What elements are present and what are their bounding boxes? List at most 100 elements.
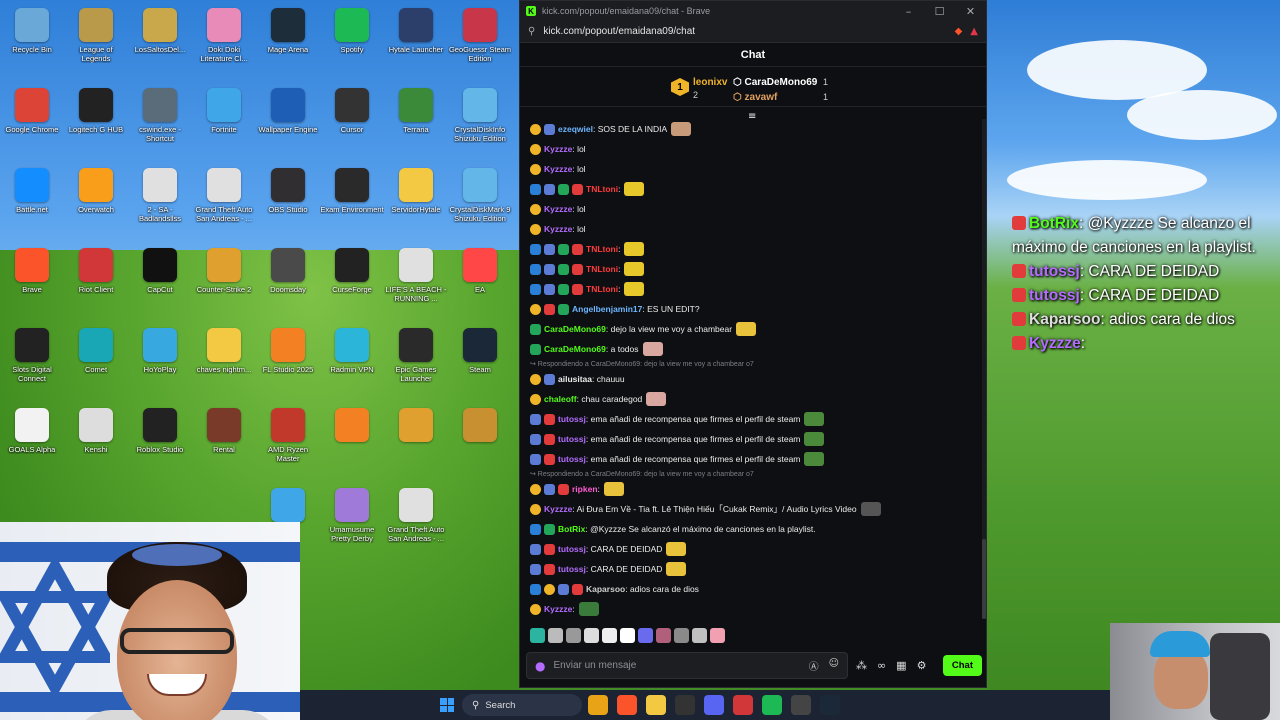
desktop-icon[interactable]: Wallpaper Engine (256, 88, 320, 134)
desktop-icon[interactable]: Grand Theft Auto San Andreas - ... (192, 168, 256, 223)
address-bar[interactable]: ⚲ kick.com/popout/emaidana09/chat ◆ ▲ (520, 21, 986, 43)
chat-username[interactable]: ezeqwiel (558, 124, 593, 134)
chat-username[interactable]: ripken (572, 484, 598, 494)
desktop-icon[interactable]: Epic Games Launcher (384, 328, 448, 383)
desktop-icon[interactable]: CrystalDiskInfo Shizuku Edition (448, 88, 512, 143)
desktop-icon[interactable]: Exam Environment (320, 168, 384, 214)
desktop-icon[interactable] (384, 408, 448, 445)
send-chat-button[interactable]: Chat (942, 655, 982, 676)
reply-context[interactable]: ↪ Respondiendo a CaraDeMono69: dejo la v… (530, 359, 982, 369)
message-input[interactable]: ● Enviar un mensaje Ⓐ ☺ (526, 652, 848, 679)
quick-emote[interactable] (620, 628, 635, 643)
reply-context[interactable]: ↪ Respondiendo a CaraDeMono69: dejo la v… (530, 469, 982, 479)
desktop-icon[interactable]: OBS Studio (256, 168, 320, 214)
desktop-icon[interactable]: Terraria (384, 88, 448, 134)
desktop-icon[interactable]: Spotify (320, 8, 384, 54)
chat-username[interactable]: Kaparsoo (586, 584, 625, 594)
settings-gear-icon[interactable]: ⚙ (917, 659, 927, 672)
brave-rewards-icon[interactable]: ▲ (970, 26, 978, 37)
scrollbar-thumb[interactable] (982, 539, 986, 619)
desktop-icon[interactable] (320, 408, 384, 445)
chat-username[interactable]: tutossj (558, 414, 586, 424)
maximize-button[interactable]: ☐ (924, 5, 955, 18)
chat-username[interactable]: tutossj (558, 454, 586, 464)
desktop-icon[interactable]: cswind.exe - Shortcut (128, 88, 192, 143)
desktop-icon[interactable]: EA (448, 248, 512, 294)
store-icon[interactable]: ▦ (896, 659, 906, 672)
chat-username[interactable]: TNLtoni (586, 264, 618, 274)
quick-emote[interactable] (656, 628, 671, 643)
quick-emote[interactable] (584, 628, 599, 643)
quick-emote[interactable] (566, 628, 581, 643)
emote-image[interactable] (671, 122, 692, 136)
desktop-icon[interactable]: GeoGuessr Steam Edition (448, 8, 512, 63)
desktop-icon[interactable] (448, 408, 512, 445)
gifter-1-name[interactable]: leonixv (693, 77, 727, 88)
gifter-3-name[interactable]: ⬡ zavawf (733, 92, 777, 103)
desktop-icon[interactable]: 2 - SA - Badlandsllss (128, 168, 192, 223)
quick-emote[interactable] (548, 628, 563, 643)
emote-image[interactable] (804, 412, 825, 426)
desktop-icon[interactable]: chaves nightm... (192, 328, 256, 374)
quick-emote[interactable] (638, 628, 653, 643)
desktop-icon[interactable]: Radmin VPN (320, 328, 384, 374)
chat-username[interactable]: TNLtoni (586, 244, 618, 254)
desktop-icon[interactable]: CapCut (128, 248, 192, 294)
taskbar-app-icon[interactable] (646, 695, 666, 715)
desktop-icon[interactable]: LosSaltosDel... (128, 8, 192, 54)
chat-username[interactable]: Kyzzze (544, 604, 572, 614)
translate-icon[interactable]: Ⓐ (809, 658, 819, 673)
desktop-icon[interactable]: Recycle Bin (0, 8, 64, 54)
brave-shields-icon[interactable]: ◆ (955, 26, 963, 37)
emoji-icon[interactable]: ☺ (829, 658, 839, 673)
emote-image[interactable] (804, 452, 825, 466)
chat-username[interactable]: tutossj (558, 564, 586, 574)
desktop-icon[interactable]: Overwatch (64, 168, 128, 214)
taskbar-app-icon[interactable] (588, 695, 608, 715)
desktop-icon[interactable]: HoYoPlay (128, 328, 192, 374)
desktop-icon[interactable]: Steam (448, 328, 512, 374)
quick-emote[interactable] (692, 628, 707, 643)
gift-icon[interactable]: ⁂ (856, 659, 867, 672)
desktop-icon[interactable]: Fortnite (192, 88, 256, 134)
chat-username[interactable]: BotRix (558, 524, 585, 534)
chat-username[interactable]: TNLtoni (586, 184, 618, 194)
site-settings-icon[interactable]: ⚲ (528, 26, 535, 37)
desktop-icon[interactable]: Counter-Strike 2 (192, 248, 256, 294)
desktop-icon[interactable]: FL Studio 2025 (256, 328, 320, 374)
chat-username[interactable]: Angelbenjamin17 (572, 304, 642, 314)
chat-username[interactable]: Kyzzze (544, 224, 572, 234)
emote-image[interactable] (736, 322, 757, 336)
desktop-icon[interactable]: AMD Ryzen Master (256, 408, 320, 463)
chat-username[interactable]: Kyzzze (544, 164, 572, 174)
chat-username[interactable]: Kyzzze (544, 144, 572, 154)
desktop-icon[interactable]: Logitech G HUB (64, 88, 128, 134)
desktop-icon[interactable]: Rental (192, 408, 256, 454)
chat-username[interactable]: TNLtoni (586, 284, 618, 294)
minimize-button[interactable]: – (893, 5, 924, 18)
emote-image[interactable] (646, 392, 667, 406)
emote-image[interactable] (624, 262, 645, 276)
link-icon[interactable]: ∞ (877, 659, 886, 672)
desktop-icon[interactable]: CrystalDiskMark 9 Shizuku Edition (448, 168, 512, 223)
desktop-icon[interactable]: Kenshi (64, 408, 128, 454)
close-button[interactable]: ✕ (955, 5, 986, 18)
desktop-icon[interactable]: LIFE'S A BEACH - RUNNING ... (384, 248, 448, 303)
desktop-icon[interactable]: Doki Doki Literature Cl... (192, 8, 256, 63)
desktop-icon[interactable]: Comet (64, 328, 128, 374)
taskbar-app-icon[interactable] (617, 695, 637, 715)
taskbar-search[interactable]: ⚲ Search (462, 694, 582, 716)
chat-username[interactable]: chaleoff (544, 394, 577, 404)
chat-username[interactable]: CaraDeMono69 (544, 324, 606, 334)
taskbar-app-icon[interactable] (675, 695, 695, 715)
url-text[interactable]: kick.com/popout/emaidana09/chat (543, 26, 695, 37)
taskbar-app-icon[interactable] (820, 695, 840, 715)
chat-scrollbar[interactable] (982, 119, 986, 619)
desktop-icon[interactable]: Riot Client (64, 248, 128, 294)
emote-image[interactable] (804, 432, 825, 446)
chat-username[interactable]: ailusitaa (558, 374, 592, 384)
emote-image[interactable] (666, 542, 687, 556)
start-button[interactable] (440, 698, 454, 712)
desktop-icon[interactable]: GOALS Alpha (0, 408, 64, 454)
emote-image[interactable] (624, 242, 645, 256)
